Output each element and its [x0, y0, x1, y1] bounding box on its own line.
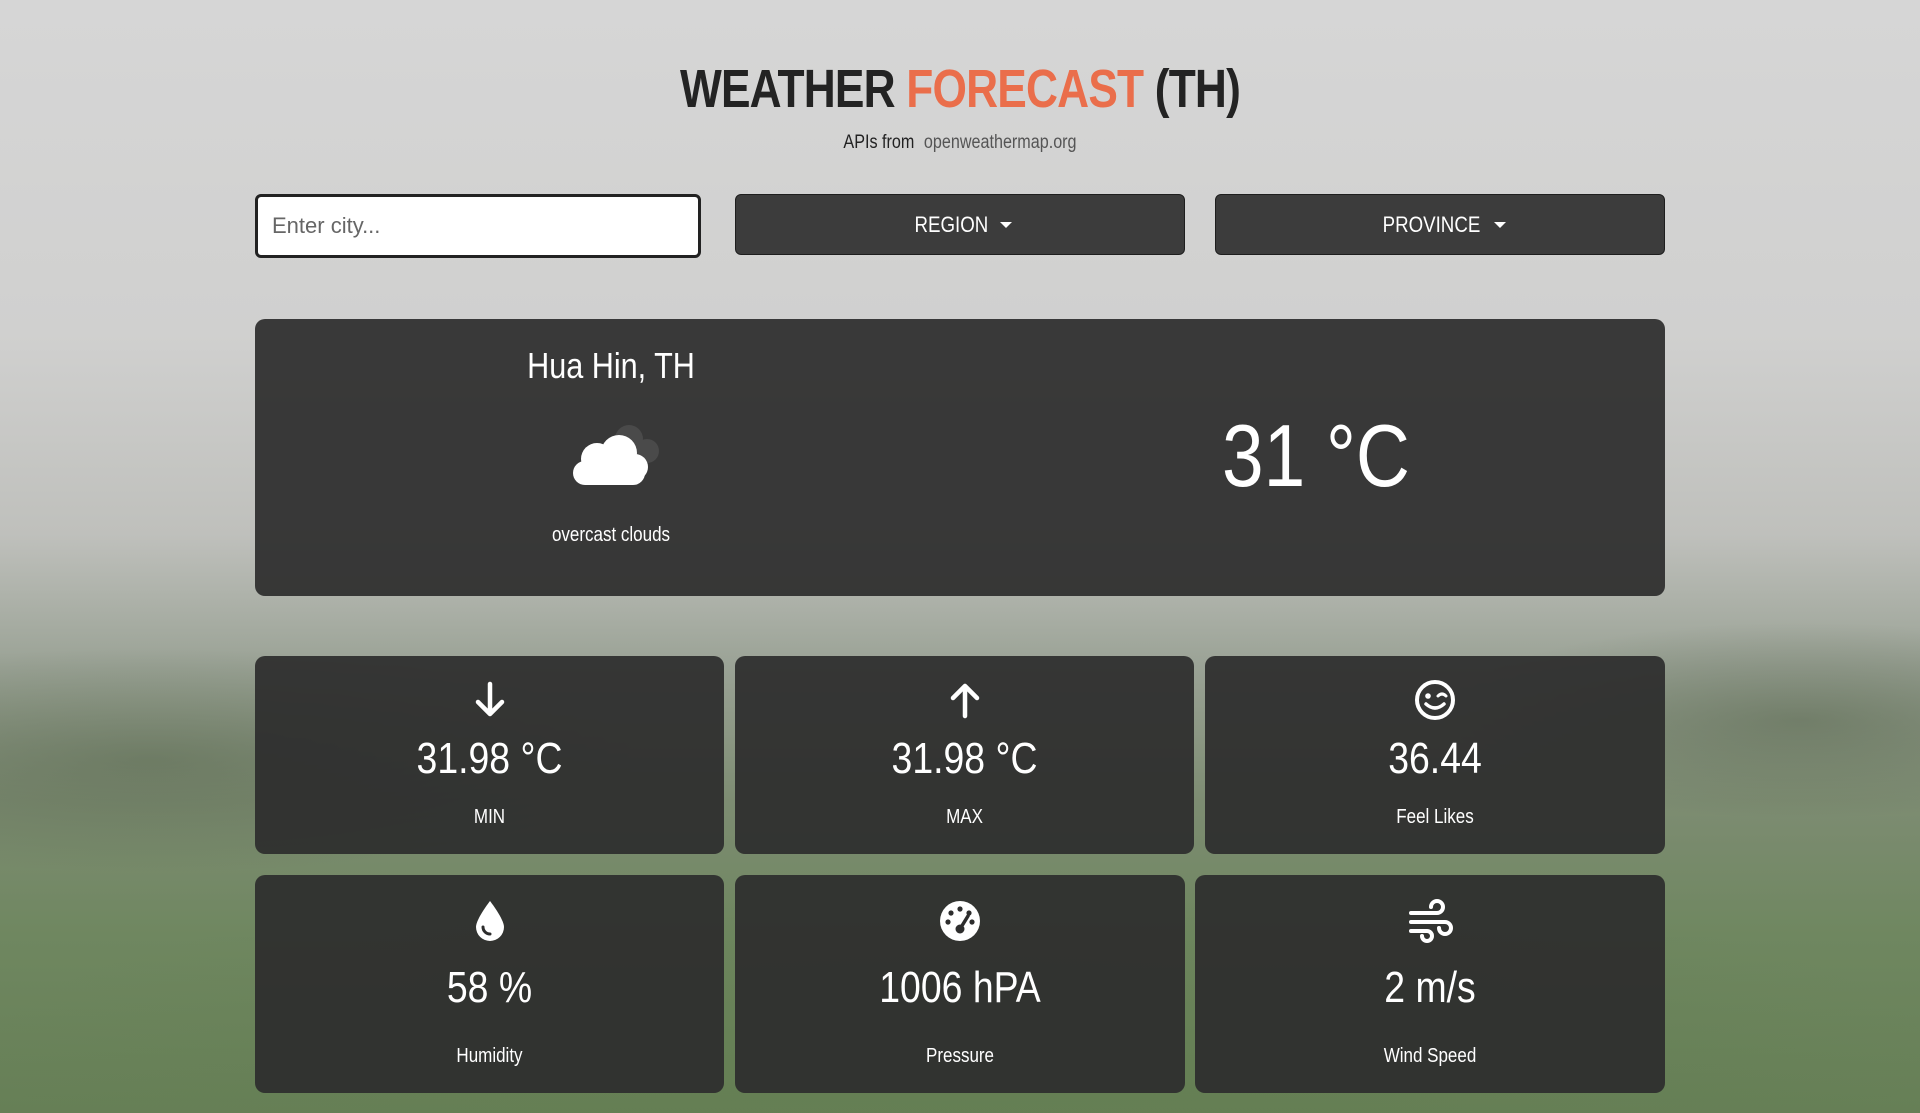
wind-speed-value: 2 m/s — [1384, 963, 1476, 1012]
city-search-input[interactable] — [255, 194, 701, 258]
caret-down-icon — [1000, 221, 1013, 228]
weather-description: overcast clouds — [551, 524, 671, 546]
title-weather: WEATHER — [679, 59, 896, 119]
title-country: (TH) — [1154, 59, 1241, 119]
api-link[interactable]: openweathermap.org — [924, 132, 1077, 153]
wind-speed-label: Wind Speed — [1383, 1045, 1477, 1067]
gauge-icon — [735, 899, 1185, 943]
min-temp-label: MIN — [473, 806, 506, 828]
smile-wink-icon — [1205, 678, 1665, 722]
max-temp-card: 31.98 °C MAX — [735, 656, 1194, 854]
feels-like-label: Feel Likes — [1396, 806, 1474, 828]
wind-icon — [1195, 899, 1665, 943]
feels-like-value: 36.44 — [1388, 734, 1482, 783]
pressure-value: 1006 hPA — [879, 963, 1041, 1012]
api-credit-prefix: APIs from — [843, 132, 915, 153]
max-temp-value: 31.98 °C — [891, 734, 1038, 783]
api-credit: APIs from openweathermap.org — [144, 132, 1776, 154]
humidity-card: 58 % Humidity — [255, 875, 724, 1093]
current-weather-card: Hua Hin, TH overcast clouds 31 °C — [255, 319, 1665, 596]
min-temp-value: 31.98 °C — [416, 734, 563, 783]
city-name: Hua Hin, TH — [527, 345, 695, 386]
cloud-icon — [567, 423, 667, 493]
region-dropdown-label: REGION — [914, 211, 988, 237]
max-temp-label: MAX — [946, 806, 983, 828]
caret-down-icon — [1494, 221, 1507, 228]
humidity-label: Humidity — [456, 1045, 523, 1067]
province-dropdown-button[interactable]: PROVINCE — [1215, 194, 1665, 255]
region-dropdown-button[interactable]: REGION — [735, 194, 1185, 255]
arrow-up-icon — [735, 678, 1194, 722]
arrow-down-icon — [255, 678, 724, 722]
min-temp-card: 31.98 °C MIN — [255, 656, 724, 854]
current-temperature: 31 °C — [1222, 406, 1410, 505]
droplet-icon — [255, 899, 724, 943]
province-dropdown-label: PROVINCE — [1382, 211, 1480, 237]
page-title: WEATHER FORECAST (TH) — [173, 58, 1747, 120]
feels-like-card: 36.44 Feel Likes — [1205, 656, 1665, 854]
humidity-value: 58 % — [446, 963, 533, 1012]
pressure-card: 1006 hPA Pressure — [735, 875, 1185, 1093]
title-forecast: FORECAST — [906, 59, 1144, 119]
pressure-label: Pressure — [925, 1045, 995, 1067]
wind-speed-card: 2 m/s Wind Speed — [1195, 875, 1665, 1093]
